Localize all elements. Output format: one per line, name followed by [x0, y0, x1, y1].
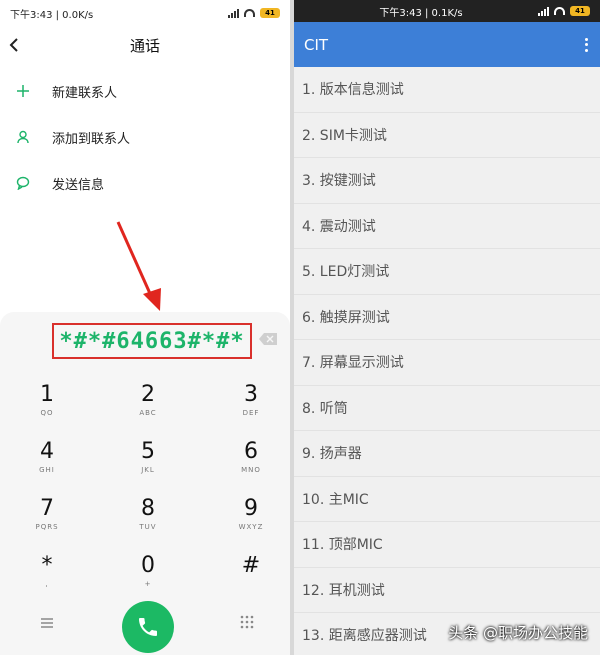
cit-screen: 下午3:43 | 0.1K/s 41 CIT 1. 版本信息测试 2. SIM卡…	[294, 0, 600, 655]
list-item[interactable]: 7. 屏幕显示测试	[294, 340, 600, 386]
action-label: 发送信息	[52, 177, 105, 193]
list-item[interactable]: 11. 顶部MIC	[294, 522, 600, 568]
action-list: 新建联系人 添加到联系人 发送信息	[0, 68, 290, 206]
key-9[interactable]: 9 WXYZ	[221, 496, 281, 544]
battery-icon: 41	[260, 8, 280, 18]
list-item[interactable]: 12. 耳机测试	[294, 568, 600, 613]
call-button[interactable]	[122, 601, 174, 653]
menu-icon[interactable]	[40, 617, 54, 629]
key-6[interactable]: 6 MNO	[221, 439, 281, 487]
list-item[interactable]: 8. 听筒	[294, 386, 600, 431]
status-text: 下午3:43 | 0.0K/s	[10, 9, 94, 21]
list-item[interactable]: 2. SIM卡测试	[294, 113, 600, 158]
wifi-icon	[244, 9, 255, 17]
list-item[interactable]: 1. 版本信息测试	[294, 67, 600, 113]
backspace-icon[interactable]	[259, 333, 277, 345]
send-message-action[interactable]: 发送信息	[0, 160, 290, 206]
list-item[interactable]: 6. 触摸屏测试	[294, 295, 600, 340]
watermark: 头条 @职场办公技能	[448, 624, 588, 642]
signal-icon	[538, 6, 549, 16]
list-item[interactable]: 3. 按键测试	[294, 158, 600, 204]
new-contact-action[interactable]: 新建联系人	[0, 68, 290, 114]
dialed-number-highlight: *#*#64663#*#*	[52, 323, 252, 359]
list-item[interactable]: 9. 扬声器	[294, 431, 600, 477]
back-arrow-icon[interactable]	[6, 36, 24, 54]
status-text: 下午3:43 | 0.1K/s	[379, 7, 463, 19]
dialer-bottom-bar	[0, 595, 290, 653]
status-bar: 下午3:43 | 0.1K/s 41	[294, 0, 600, 22]
dialpad-grid-icon[interactable]	[240, 615, 254, 629]
dial-pad: *#*#64663#*#* 1 QO 2 ABC 3 DEF 4 GHI 5 JKL 6M…	[0, 312, 290, 655]
app-bar: CIT	[294, 22, 600, 67]
key-star[interactable]: *,	[17, 553, 77, 601]
page-title: 通话	[129, 36, 160, 55]
action-label: 添加到联系人	[52, 131, 131, 147]
list-item[interactable]: 4. 震动测试	[294, 204, 600, 249]
add-to-contact-action[interactable]: 添加到联系人	[0, 114, 290, 160]
key-5[interactable]: 5 JKL	[118, 439, 178, 487]
message-icon	[16, 176, 30, 190]
key-hash[interactable]: #	[221, 553, 281, 601]
key-3[interactable]: 3 DEF	[221, 382, 281, 430]
dialer-screen: 下午3:43 | 0.0K/s 41 通话 新建联系人 添加到联系人 发送信息 …	[0, 0, 290, 655]
key-7[interactable]: 7 PQRS	[17, 496, 77, 544]
dialed-number[interactable]: *#*#64663#*#*	[59, 329, 244, 354]
plus-icon	[16, 84, 30, 98]
key-8[interactable]: 8 TUV	[118, 496, 178, 544]
key-4[interactable]: 4 GHI	[17, 439, 77, 487]
red-arrow-annotation	[116, 221, 161, 311]
key-0[interactable]: 0 +	[118, 553, 178, 601]
list-item[interactable]: 10. 主MIC	[294, 477, 600, 522]
overflow-menu-icon[interactable]	[582, 36, 590, 54]
key-1[interactable]: 1 QO	[17, 382, 77, 430]
test-list: 1. 版本信息测试 2. SIM卡测试 3. 按键测试 4. 震动测试 5. L…	[294, 67, 600, 655]
person-icon	[16, 130, 30, 144]
app-title: CIT	[304, 35, 329, 54]
wifi-icon	[554, 7, 565, 15]
action-label: 新建联系人	[52, 85, 118, 101]
list-item[interactable]: 5. LED灯测试	[294, 249, 600, 295]
key-2[interactable]: 2 ABC	[118, 382, 178, 430]
dialer-header: 通话	[0, 26, 290, 64]
phone-icon	[139, 618, 157, 636]
status-bar: 下午3:43 | 0.0K/s 41	[0, 0, 290, 26]
signal-icon	[228, 8, 239, 18]
battery-icon: 41	[570, 6, 590, 16]
